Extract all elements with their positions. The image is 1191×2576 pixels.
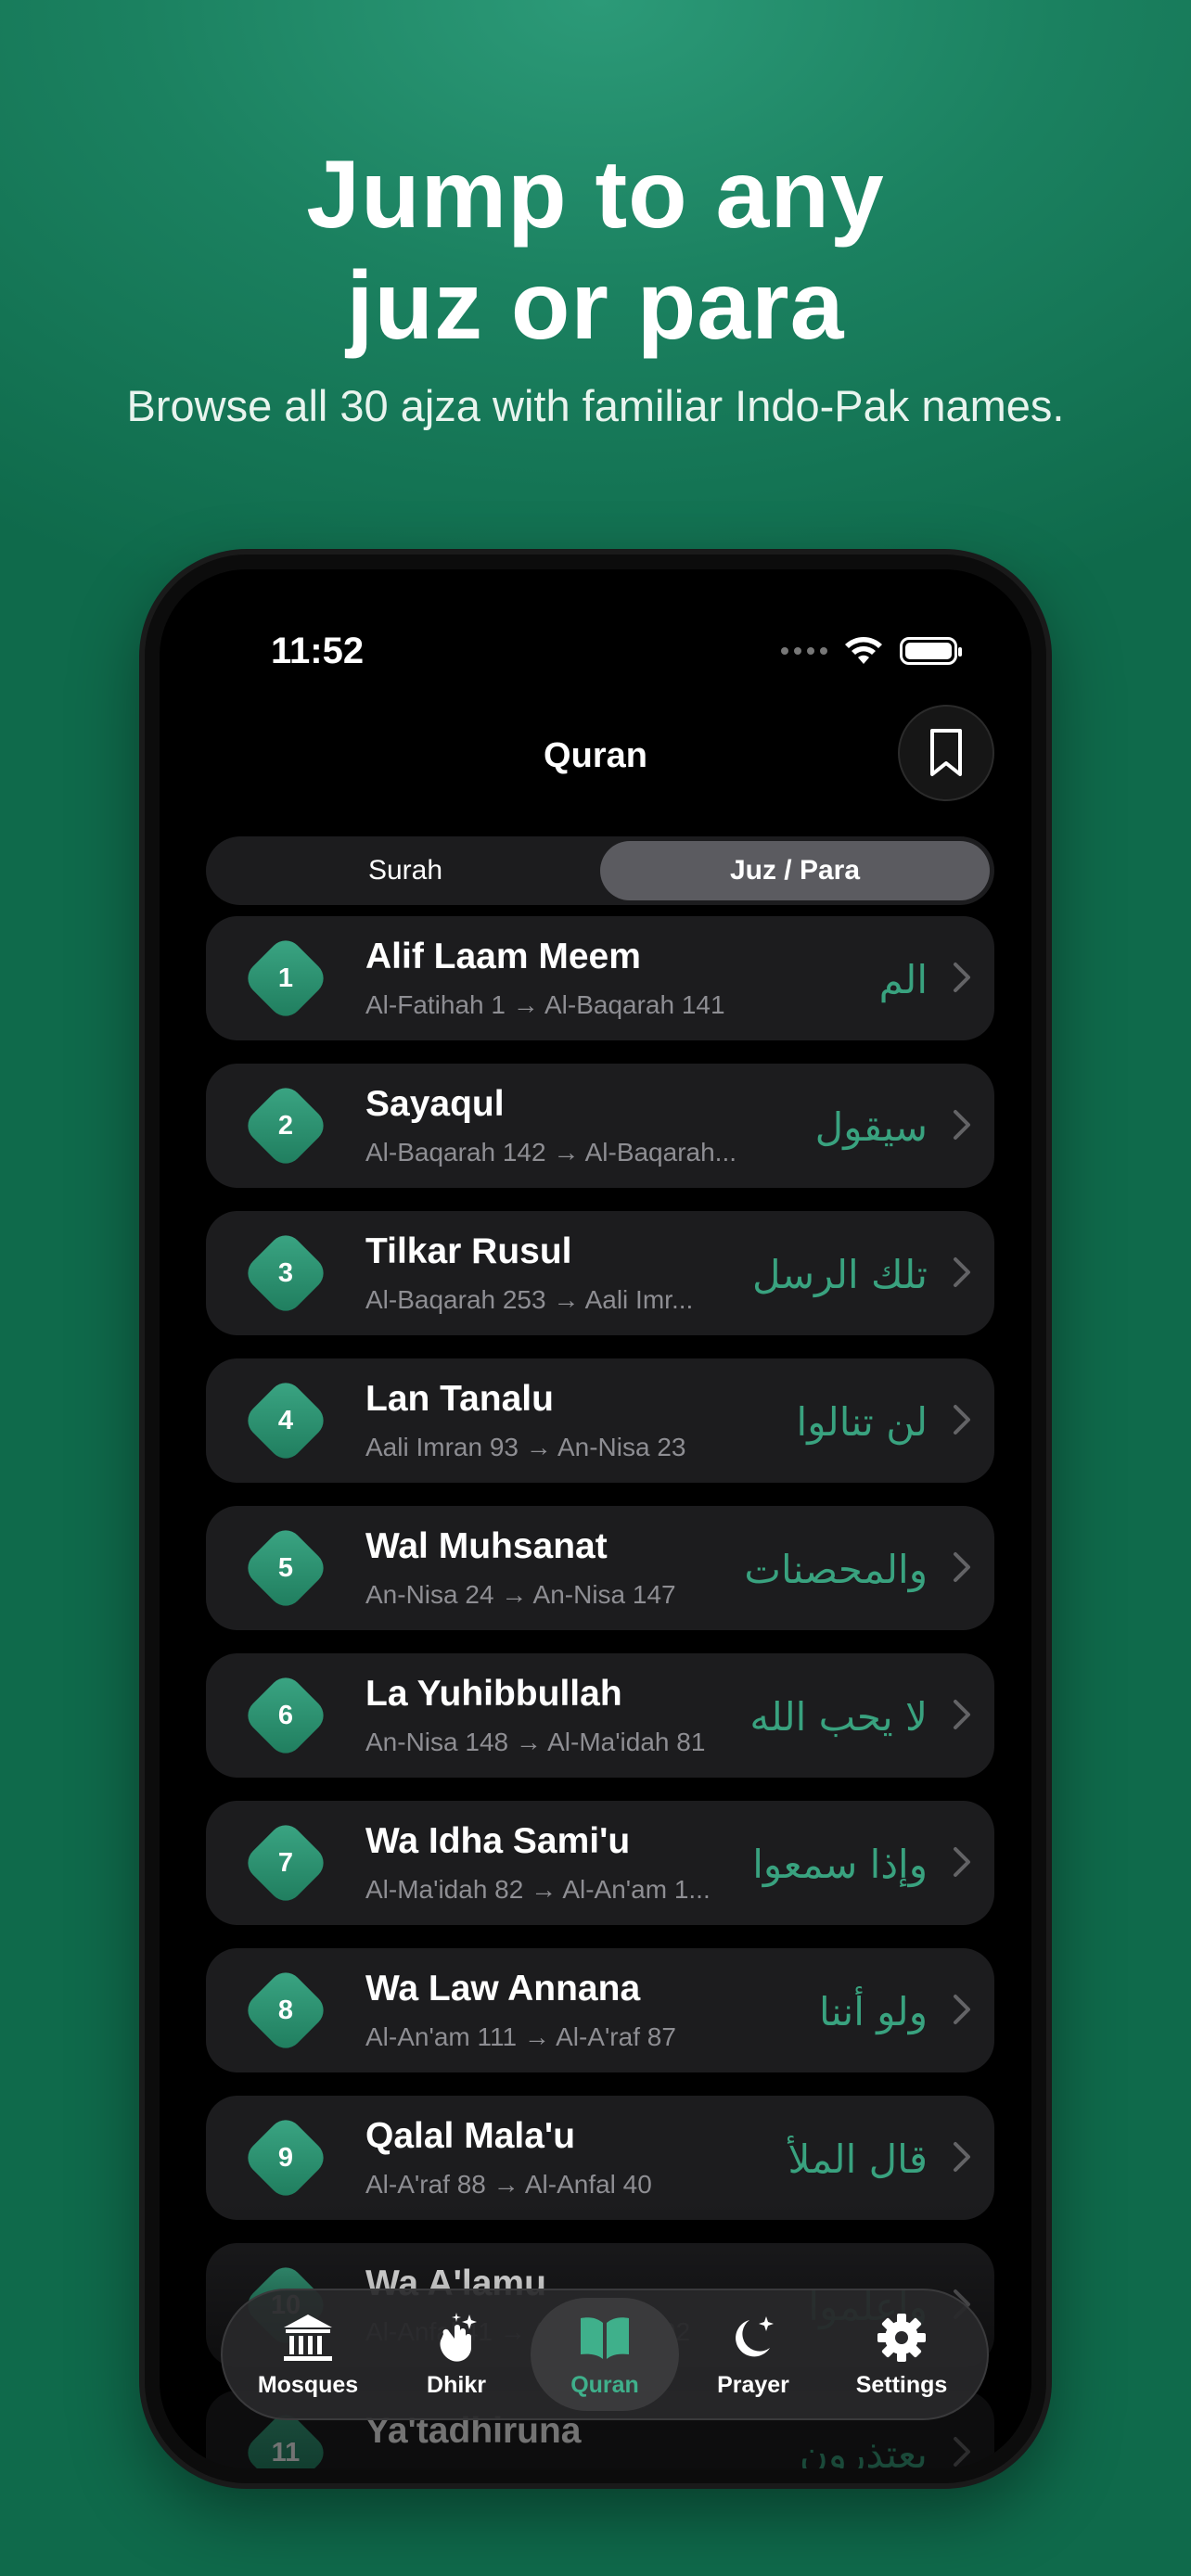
segment-juz-para[interactable]: Juz / Para xyxy=(600,841,990,900)
tab-prayer[interactable]: Prayer xyxy=(679,2298,827,2411)
chevron-right-icon xyxy=(954,1257,970,1287)
juz-number: 1 xyxy=(277,963,294,993)
juz-name: Lan Tanalu xyxy=(365,1379,554,1419)
gear-icon xyxy=(877,2313,926,2362)
juz-text: Tilkar Rusul Al-Baqarah 253 → Aali Imr... xyxy=(365,1231,693,1315)
juz-row[interactable]: 8 Wa Law Annana Al-An'am 111 → Al-A'raf 87… xyxy=(206,1948,994,2072)
juz-row[interactable]: 2 Sayaqul Al-Baqarah 142 → Al-Baqarah... سي… xyxy=(206,1064,994,1188)
juz-range: An-Nisa 148 → Al-Ma'idah 81 xyxy=(365,1728,706,1756)
juz-name: Wal Muhsanat xyxy=(365,1526,608,1566)
juz-name: Tilkar Rusul xyxy=(365,1231,572,1271)
juz-row[interactable]: 5 Wal Muhsanat An-Nisa 24 → An-Nisa 147 وال… xyxy=(206,1506,994,1630)
juz-range: Al-Baqarah 253 → Aali Imr... xyxy=(365,1285,694,1314)
status-time: 11:52 xyxy=(271,631,365,671)
juz-text: La Yuhibbullah An-Nisa 148 → Al-Ma'idah 8… xyxy=(365,1674,705,1757)
promo-subheadline: Browse all 30 ajza with familiar Indo-Pa… xyxy=(126,381,1065,430)
tab-label-dhikr: Dhikr xyxy=(427,2371,486,2398)
chevron-right-icon xyxy=(954,1847,970,1877)
phone-screen: 11:52 Quran Surah Juz / Para 1 Alif Laam … xyxy=(160,569,1031,2468)
juz-name: Wa Idha Sami'u xyxy=(365,1821,631,1861)
book-icon xyxy=(581,2316,629,2359)
chevron-right-icon xyxy=(954,2142,970,2172)
juz-range: Al-Fatihah 1 → Al-Baqarah 141 xyxy=(365,990,725,1019)
headline-line-1: Jump to any xyxy=(306,141,885,249)
status-icons xyxy=(781,636,962,666)
juz-arabic-name: تلك الرسل xyxy=(752,1252,928,1297)
bookmark-icon xyxy=(930,729,962,776)
juz-arabic-name: قال الملأ xyxy=(788,2136,928,2182)
headline-line-2: juz or para xyxy=(346,252,845,360)
chevron-right-icon xyxy=(954,1700,970,1729)
juz-range: Aali Imran 93 → An-Nisa 23 xyxy=(365,1433,686,1461)
signal-icon xyxy=(781,647,827,655)
juz-row[interactable]: 3 Tilkar Rusul Al-Baqarah 253 → Aali Imr..… xyxy=(206,1211,994,1335)
juz-name: Qalal Mala'u xyxy=(365,2116,576,2156)
juz-arabic-name: والمحصنات xyxy=(744,1547,928,1592)
juz-range: Al-A'raf 88 → Al-Anfal 40 xyxy=(365,2170,652,2199)
tab-label-mosques: Mosques xyxy=(257,2371,359,2398)
juz-arabic-name: الم xyxy=(878,957,928,1002)
juz-row[interactable]: 9 Qalal Mala'u Al-A'raf 88 → Al-Anfal 40 قا… xyxy=(206,2096,994,2220)
juz-arabic-name: وإذا سمعوا xyxy=(752,1842,928,1887)
tab-label-settings: Settings xyxy=(855,2371,948,2398)
juz-arabic-name: لن تنالوا xyxy=(796,1399,928,1445)
juz-number: 3 xyxy=(277,1257,294,1288)
bookmark-button[interactable] xyxy=(898,705,994,801)
juz-arabic-name: لا يحب الله xyxy=(749,1694,928,1740)
chevron-right-icon xyxy=(954,1552,970,1582)
juz-number: 5 xyxy=(277,1552,294,1583)
juz-text: Wal Muhsanat An-Nisa 24 → An-Nisa 147 xyxy=(365,1526,676,1610)
juz-arabic-name: ولو أننا xyxy=(819,1989,928,2034)
juz-text: Lan Tanalu Aali Imran 93 → An-Nisa 23 xyxy=(365,1379,686,1462)
juz-range: Al-Baqarah 142 → Al-Baqarah... xyxy=(365,1138,737,1167)
juz-name: Wa Law Annana xyxy=(365,1969,641,2009)
juz-row[interactable]: 1 Alif Laam Meem Al-Fatihah 1 → Al-Baqarah… xyxy=(206,916,994,1040)
moon-stars-icon xyxy=(736,2315,774,2356)
juz-text: Qalal Mala'u Al-A'raf 88 → Al-Anfal 40 xyxy=(365,2116,652,2200)
juz-number: 4 xyxy=(277,1405,294,1435)
juz-name: La Yuhibbullah xyxy=(365,1674,622,1714)
juz-list: 1 Alif Laam Meem Al-Fatihah 1 → Al-Baqarah… xyxy=(206,916,994,2468)
juz-row[interactable]: 6 La Yuhibbullah An-Nisa 148 → Al-Ma'idah … xyxy=(206,1653,994,1778)
battery-icon xyxy=(900,637,962,665)
hands-sparkle-icon xyxy=(440,2312,477,2362)
tab-dhikr[interactable]: Dhikr xyxy=(382,2298,531,2411)
juz-arabic-name: يعتذرون xyxy=(799,2431,928,2468)
tab-label-prayer: Prayer xyxy=(717,2371,789,2398)
juz-text: Wa Idha Sami'u Al-Ma'idah 82 → Al-An'am 1… xyxy=(365,1821,711,1905)
juz-row[interactable]: 4 Lan Tanalu Aali Imran 93 → An-Nisa 23 لن … xyxy=(206,1358,994,1483)
tab-mosques[interactable]: Mosques xyxy=(234,2298,382,2411)
juz-range: Al-Ma'idah 82 → Al-An'am 1... xyxy=(365,1875,711,1904)
chevron-right-icon xyxy=(954,963,970,992)
juz-text: Alif Laam Meem Al-Fatihah 1 → Al-Baqarah … xyxy=(365,937,725,1020)
juz-number: 8 xyxy=(277,1995,294,2025)
promo-headline: Jump to any juz or para xyxy=(0,139,1191,362)
juz-range: An-Nisa 24 → An-Nisa 147 xyxy=(365,1580,676,1609)
phone-frame: 11:52 Quran Surah Juz / Para 1 Alif Laam … xyxy=(145,555,1046,2483)
chevron-right-icon xyxy=(954,1405,970,1435)
juz-name: Alif Laam Meem xyxy=(365,937,641,976)
chevron-right-icon xyxy=(954,2437,970,2467)
segment-surah[interactable]: Surah xyxy=(211,841,600,900)
tab-bar: Mosques Dhikr Quran Prayer Settings xyxy=(221,2289,989,2420)
chevron-right-icon xyxy=(954,1995,970,2024)
juz-arabic-name: سيقول xyxy=(814,1104,928,1150)
juz-row[interactable]: 7 Wa Idha Sami'u Al-Ma'idah 82 → Al-An'am … xyxy=(206,1801,994,1925)
surah-juz-segmented-control: Surah Juz / Para xyxy=(206,836,994,905)
tab-quran[interactable]: Quran xyxy=(531,2298,679,2411)
juz-range: Al-An'am 111 → Al-A'raf 87 xyxy=(365,2022,676,2051)
tab-settings[interactable]: Settings xyxy=(827,2298,976,2411)
chevron-right-icon xyxy=(954,1110,970,1140)
juz-text: Wa Law Annana Al-An'am 111 → Al-A'raf 87 xyxy=(365,1969,676,2052)
juz-number: 6 xyxy=(277,1700,294,1730)
juz-number: 2 xyxy=(277,1110,294,1141)
juz-number: 9 xyxy=(277,2142,294,2173)
juz-text: Sayaqul Al-Baqarah 142 → Al-Baqarah... xyxy=(365,1084,736,1167)
wifi-icon xyxy=(845,637,882,664)
tab-label-quran: Quran xyxy=(570,2371,639,2398)
juz-name: Sayaqul xyxy=(365,1084,505,1124)
mosque-icon xyxy=(284,2314,332,2361)
juz-number: 7 xyxy=(277,1847,294,1878)
